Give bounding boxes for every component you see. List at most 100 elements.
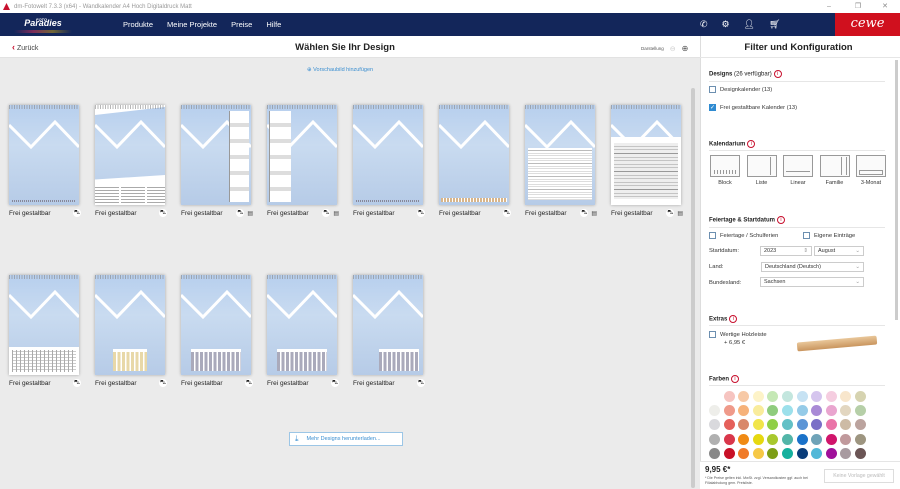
color-swatch[interactable]	[796, 419, 808, 431]
photo-fill-icon[interactable]: ⛍	[236, 209, 245, 217]
color-swatch[interactable]	[709, 391, 720, 402]
phone-icon[interactable]: ✆	[700, 19, 708, 30]
info-icon[interactable]: i	[729, 315, 738, 323]
layout-icon[interactable]: ▤	[247, 210, 253, 217]
color-swatch[interactable]	[855, 391, 866, 402]
photo-fill-icon[interactable]: ⛍	[73, 379, 81, 387]
design-card[interactable]: Frei gestaltbar ⛍	[9, 105, 81, 217]
photo-fill-icon[interactable]: ⛍	[159, 379, 167, 387]
state-select[interactable]: Sachsen ⌄	[760, 277, 864, 287]
color-swatch[interactable]	[796, 447, 808, 459]
gallery-scrollbar[interactable]	[691, 88, 695, 488]
color-swatch[interactable]	[825, 391, 837, 402]
designkalender-checkbox[interactable]: Designkalender (13)	[709, 86, 772, 93]
country-select[interactable]: Deutschland (Deutsch) ⌄	[761, 262, 864, 272]
zoom-in-icon[interactable]: ⊕	[682, 44, 689, 53]
info-icon[interactable]: i	[773, 70, 782, 78]
info-icon[interactable]: i	[777, 216, 786, 224]
own-entries-checkbox[interactable]: Eigene Einträge	[803, 232, 855, 239]
color-swatch[interactable]	[855, 433, 866, 445]
color-swatch[interactable]	[811, 433, 823, 445]
color-swatch[interactable]	[840, 433, 852, 445]
color-swatch[interactable]	[752, 391, 764, 402]
color-swatch[interactable]	[767, 433, 779, 445]
photo-fill-icon[interactable]: ⛍	[503, 209, 511, 217]
design-card[interactable]: Frei gestaltbar ⛍	[95, 275, 167, 387]
cart-icon[interactable]: 🛒︎	[769, 19, 780, 30]
maximize-button[interactable]: ❐	[843, 0, 873, 13]
color-swatch[interactable]	[723, 447, 735, 459]
photo-fill-icon[interactable]: ⛍	[580, 209, 589, 217]
design-card[interactable]: Frei gestaltbar ⛍	[95, 105, 167, 217]
color-swatch[interactable]	[825, 433, 837, 445]
panel-scrollbar[interactable]	[895, 60, 898, 320]
month-select[interactable]: August ⌄	[814, 246, 864, 256]
nav-meine-projekte[interactable]: Meine Projekte	[167, 20, 217, 29]
photo-fill-icon[interactable]: ⛍	[331, 379, 339, 387]
design-thumbnail[interactable]	[9, 275, 79, 375]
color-swatch[interactable]	[782, 433, 793, 445]
color-swatch[interactable]	[796, 405, 808, 417]
holzleiste-checkbox[interactable]: Wertige Holzleiste	[709, 331, 767, 338]
info-icon[interactable]: i	[731, 375, 740, 383]
photo-fill-icon[interactable]: ⛍	[159, 209, 167, 217]
kalendarium-option-liste[interactable]: Liste	[746, 155, 778, 186]
nav-preise[interactable]: Preise	[231, 20, 252, 29]
user-icon[interactable]: 👤︎	[744, 19, 755, 30]
design-card[interactable]: Frei gestaltbar ⛍	[439, 105, 511, 217]
design-thumbnail[interactable]	[353, 275, 423, 375]
year-stepper[interactable]: 2023 ⇕	[760, 246, 812, 256]
more-designs-button[interactable]: ⤓ Mehr Designs herunterladen...	[289, 432, 403, 446]
color-swatch[interactable]	[825, 447, 837, 459]
layout-icon[interactable]: ▤	[677, 210, 683, 217]
color-swatch[interactable]	[855, 447, 866, 459]
layout-icon[interactable]: ▤	[333, 210, 339, 217]
design-card[interactable]: Frei gestaltbar ⛍	[9, 275, 81, 387]
design-card[interactable]: Frei gestaltbar ⛍	[353, 105, 425, 217]
design-thumbnail[interactable]	[181, 275, 251, 375]
color-swatch[interactable]	[796, 391, 808, 402]
design-thumbnail[interactable]	[353, 105, 423, 205]
design-thumbnail[interactable]	[439, 105, 509, 205]
holidays-checkbox[interactable]: Feiertage / Schulferien	[709, 232, 778, 239]
no-template-selected-button[interactable]: Keine Vorlage gewählt	[824, 469, 894, 483]
kalendarium-option-linear[interactable]: Linear	[782, 155, 814, 186]
design-thumbnail[interactable]	[95, 275, 165, 375]
design-card[interactable]: Frei gestaltbar ⛍ ▤	[181, 105, 253, 217]
photo-fill-icon[interactable]: ⛍	[322, 209, 331, 217]
design-card[interactable]: Frei gestaltbar ⛍ ▤	[611, 105, 683, 217]
design-card[interactable]: Frei gestaltbar ⛍ ▤	[267, 105, 339, 217]
nav-produkte[interactable]: Produkte	[123, 20, 153, 29]
design-card[interactable]: Frei gestaltbar ⛍	[353, 275, 425, 387]
color-swatch[interactable]	[723, 419, 735, 431]
photo-fill-icon[interactable]: ⛍	[666, 209, 675, 217]
color-swatch[interactable]	[752, 433, 764, 445]
color-swatch[interactable]	[782, 447, 793, 459]
design-thumbnail[interactable]	[181, 105, 251, 205]
color-swatch[interactable]	[752, 405, 764, 417]
color-swatch[interactable]	[825, 405, 837, 417]
photo-fill-icon[interactable]: ⛍	[245, 379, 253, 387]
zoom-out-icon[interactable]: ⊖	[670, 45, 676, 53]
color-swatch[interactable]	[723, 391, 735, 402]
photo-fill-icon[interactable]: ⛍	[73, 209, 81, 217]
kalendarium-option-3-monat[interactable]: 3-Monat	[855, 155, 887, 186]
gear-icon[interactable]: ⚙	[722, 19, 730, 30]
color-swatch[interactable]	[723, 433, 735, 445]
design-card[interactable]: Frei gestaltbar ⛍	[267, 275, 339, 387]
layout-icon[interactable]: ▤	[591, 210, 597, 217]
nav-hilfe[interactable]: Hilfe	[266, 20, 281, 29]
color-swatch[interactable]	[782, 391, 793, 402]
color-swatch[interactable]	[752, 447, 764, 459]
color-swatch[interactable]	[796, 433, 808, 445]
photo-fill-icon[interactable]: ⛍	[417, 209, 425, 217]
design-thumbnail[interactable]	[611, 105, 681, 205]
color-swatch[interactable]	[738, 447, 750, 459]
design-thumbnail[interactable]	[267, 275, 337, 375]
minimize-button[interactable]: –	[814, 0, 844, 13]
close-button[interactable]: ✕	[870, 0, 900, 13]
design-thumbnail[interactable]	[95, 105, 165, 205]
color-swatch[interactable]	[738, 433, 750, 445]
design-card[interactable]: Frei gestaltbar ⛍	[181, 275, 253, 387]
design-thumbnail[interactable]	[9, 105, 79, 205]
